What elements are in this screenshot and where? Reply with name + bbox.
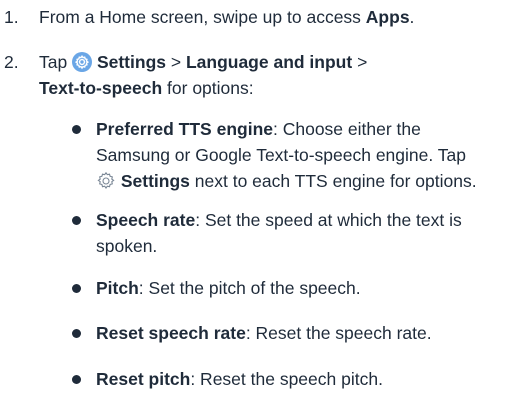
bullet-dot — [72, 375, 81, 384]
text-to-speech-label: Text-to-speech — [39, 78, 163, 98]
bullet-dot — [72, 125, 81, 134]
step-number: 1. — [4, 7, 19, 27]
settings-gear-icon-outline — [97, 171, 115, 189]
settings-label: Settings — [96, 52, 166, 72]
step-text: From a Home screen, swipe up to access A… — [39, 7, 415, 27]
apps-label: Apps — [365, 7, 410, 27]
step-text: Tap Settings > Language and input > Text… — [39, 52, 368, 98]
language-input-label: Language and input — [185, 52, 353, 72]
bullet-dot — [72, 329, 81, 338]
bullet-dot — [72, 216, 81, 225]
step-number: 2. — [4, 52, 19, 72]
bullet-dot — [72, 284, 81, 293]
settings-gear-icon-filled — [72, 52, 93, 72]
